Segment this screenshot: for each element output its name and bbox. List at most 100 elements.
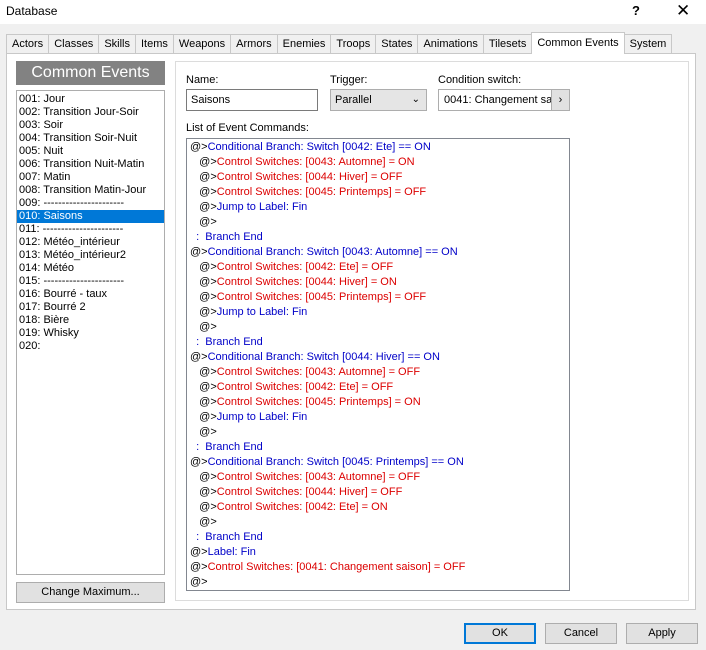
command-text: Branch End bbox=[205, 531, 263, 543]
command-row[interactable]: @>Conditional Branch: Switch [0044: Hive… bbox=[187, 350, 569, 365]
tab-common-events[interactable]: Common Events bbox=[531, 32, 625, 54]
command-prefix: @> bbox=[199, 261, 217, 273]
cancel-button[interactable]: Cancel bbox=[545, 623, 617, 644]
command-row[interactable]: @> bbox=[187, 320, 569, 335]
command-text: Conditional Branch: Switch [0044: Hiver]… bbox=[207, 351, 440, 363]
command-text: Control Switches: [0043: Automne] = OFF bbox=[216, 471, 421, 483]
event-command-list[interactable]: @>Conditional Branch: Switch [0042: Ete]… bbox=[186, 138, 570, 591]
tab-tilesets[interactable]: Tilesets bbox=[482, 34, 533, 54]
command-row[interactable]: @> bbox=[187, 425, 569, 440]
command-row[interactable]: : Branch End bbox=[187, 335, 569, 350]
name-field[interactable]: Saisons bbox=[186, 89, 318, 111]
list-item[interactable]: 009: ---------------------- bbox=[17, 197, 164, 210]
list-item[interactable]: 020: bbox=[17, 340, 164, 353]
list-item[interactable]: 012: Météo_intérieur bbox=[17, 236, 164, 249]
command-row[interactable]: @>Control Switches: [0044: Hiver] = ON bbox=[187, 275, 569, 290]
command-row[interactable]: : Branch End bbox=[187, 230, 569, 245]
command-text: Jump to Label: Fin bbox=[216, 201, 308, 213]
command-row[interactable]: @>Control Switches: [0042: Ete] = OFF bbox=[187, 380, 569, 395]
command-row[interactable]: @> bbox=[187, 575, 569, 590]
tab-weapons[interactable]: Weapons bbox=[172, 34, 232, 54]
help-icon[interactable]: ? bbox=[632, 3, 640, 18]
condition-switch-field[interactable]: 0041: Changement saison › bbox=[438, 89, 570, 111]
command-row[interactable]: @>Control Switches: [0043: Automne] = OF… bbox=[187, 365, 569, 380]
command-prefix: @> bbox=[199, 201, 217, 213]
command-indent bbox=[190, 426, 199, 438]
list-item[interactable]: 018: Bière bbox=[17, 314, 164, 327]
command-row[interactable]: : Branch End bbox=[187, 440, 569, 455]
tab-items[interactable]: Items bbox=[134, 34, 174, 54]
list-item[interactable]: 005: Nuit bbox=[17, 145, 164, 158]
command-row[interactable]: @>Jump to Label: Fin bbox=[187, 410, 569, 425]
ok-button[interactable]: OK bbox=[464, 623, 536, 644]
command-text: Jump to Label: Fin bbox=[216, 411, 308, 423]
list-item[interactable]: 011: ---------------------- bbox=[17, 223, 164, 236]
command-prefix: @> bbox=[190, 141, 208, 153]
command-row[interactable]: @>Control Switches: [0041: Changement sa… bbox=[187, 560, 569, 575]
command-row[interactable]: @>Conditional Branch: Switch [0045: Prin… bbox=[187, 455, 569, 470]
list-item[interactable]: 003: Soir bbox=[17, 119, 164, 132]
list-item[interactable]: 001: Jour bbox=[17, 93, 164, 106]
list-item[interactable]: 017: Bourré 2 bbox=[17, 301, 164, 314]
command-text: Control Switches: [0045: Printemps] = OF… bbox=[216, 291, 427, 303]
tab-skills[interactable]: Skills bbox=[98, 34, 136, 54]
apply-button[interactable]: Apply bbox=[626, 623, 698, 644]
list-item[interactable]: 016: Bourré - taux bbox=[17, 288, 164, 301]
list-item[interactable]: 008: Transition Matin-Jour bbox=[17, 184, 164, 197]
condition-switch-label: Condition switch: bbox=[438, 74, 522, 86]
command-row[interactable]: @>Control Switches: [0045: Printemps] = … bbox=[187, 395, 569, 410]
command-row[interactable]: @> bbox=[187, 215, 569, 230]
list-item[interactable]: 004: Transition Soir-Nuit bbox=[17, 132, 164, 145]
command-row[interactable]: @>Control Switches: [0045: Printemps] = … bbox=[187, 185, 569, 200]
command-row[interactable]: @>Control Switches: [0044: Hiver] = OFF bbox=[187, 485, 569, 500]
list-item[interactable]: 015: ---------------------- bbox=[17, 275, 164, 288]
chevron-right-icon[interactable]: › bbox=[551, 90, 569, 110]
command-row[interactable]: @>Conditional Branch: Switch [0043: Auto… bbox=[187, 245, 569, 260]
tab-classes[interactable]: Classes bbox=[48, 34, 100, 54]
command-indent bbox=[190, 486, 199, 498]
command-prefix: @> bbox=[190, 576, 208, 588]
command-prefix: @> bbox=[190, 246, 208, 258]
command-row[interactable]: @>Label: Fin bbox=[187, 545, 569, 560]
tab-animations[interactable]: Animations bbox=[417, 34, 484, 54]
command-row[interactable]: @>Jump to Label: Fin bbox=[187, 305, 569, 320]
trigger-label: Trigger: bbox=[330, 74, 368, 86]
command-indent bbox=[190, 321, 199, 333]
command-row[interactable]: @> bbox=[187, 515, 569, 530]
list-item[interactable]: 002: Transition Jour-Soir bbox=[17, 106, 164, 119]
command-row[interactable]: @>Conditional Branch: Switch [0042: Ete]… bbox=[187, 140, 569, 155]
list-item[interactable]: 010: Saisons bbox=[17, 210, 164, 223]
common-event-list[interactable]: 001: Jour 002: Transition Jour-Soir 003: S… bbox=[16, 90, 165, 575]
command-text: Branch End bbox=[205, 336, 263, 348]
list-item[interactable]: 007: Matin bbox=[17, 171, 164, 184]
list-item[interactable]: 006: Transition Nuit-Matin bbox=[17, 158, 164, 171]
tab-troops[interactable]: Troops bbox=[330, 34, 377, 54]
tab-system[interactable]: System bbox=[623, 34, 673, 54]
command-prefix: @> bbox=[199, 186, 217, 198]
list-item[interactable]: 013: Météo_intérieur2 bbox=[17, 249, 164, 262]
change-maximum-button[interactable]: Change Maximum... bbox=[16, 582, 165, 603]
command-prefix: @> bbox=[190, 546, 208, 558]
tab-armors[interactable]: Armors bbox=[230, 34, 278, 54]
command-prefix: @> bbox=[199, 306, 217, 318]
command-row[interactable]: @>Control Switches: [0043: Automne] = OF… bbox=[187, 470, 569, 485]
close-icon[interactable]: ✕ bbox=[676, 1, 690, 21]
command-row[interactable]: @>Control Switches: [0042: Ete] = OFF bbox=[187, 260, 569, 275]
list-item[interactable]: 019: Whisky bbox=[17, 327, 164, 340]
command-row[interactable]: @>Control Switches: [0043: Automne] = ON bbox=[187, 155, 569, 170]
list-item[interactable]: 014: Météo bbox=[17, 262, 164, 275]
command-row[interactable]: @>Control Switches: [0042: Ete] = ON bbox=[187, 500, 569, 515]
window-title: Database bbox=[6, 4, 58, 18]
tab-enemies[interactable]: Enemies bbox=[276, 34, 332, 54]
command-row[interactable]: @>Jump to Label: Fin bbox=[187, 200, 569, 215]
command-prefix: @> bbox=[199, 396, 217, 408]
command-row[interactable]: @>Control Switches: [0045: Printemps] = … bbox=[187, 290, 569, 305]
tab-states[interactable]: States bbox=[375, 34, 419, 54]
command-prefix: @> bbox=[199, 321, 217, 333]
command-row[interactable]: @>Control Switches: [0044: Hiver] = OFF bbox=[187, 170, 569, 185]
command-indent bbox=[190, 291, 199, 303]
command-row[interactable]: : Branch End bbox=[187, 530, 569, 545]
tab-actors[interactable]: Actors bbox=[6, 34, 50, 54]
trigger-select[interactable]: Parallel ⌄ bbox=[330, 89, 427, 111]
command-text: Conditional Branch: Switch [0042: Ete] =… bbox=[207, 141, 431, 153]
